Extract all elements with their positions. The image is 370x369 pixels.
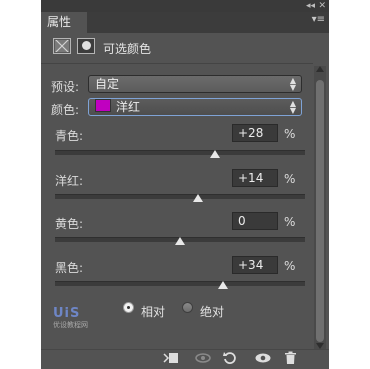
cyan-value-input[interactable]: +28	[232, 124, 278, 142]
magenta-percent: %	[284, 172, 296, 186]
panel-top-strip: ◂◂ ✕	[41, 0, 329, 12]
magenta-label: 洋红:	[55, 174, 84, 188]
relative-label[interactable]: 相对	[141, 303, 165, 320]
mask-icon[interactable]	[77, 38, 95, 54]
magenta-slider-track[interactable]	[55, 194, 305, 199]
black-slider-thumb[interactable]	[217, 281, 228, 289]
reset-icon[interactable]	[223, 351, 237, 368]
black-slider-track[interactable]	[55, 281, 305, 286]
tab-bar: 属性 ▾≡	[41, 12, 329, 33]
visibility-icon[interactable]	[254, 351, 272, 368]
colors-select[interactable]: 洋红 ▲ ▼	[88, 98, 302, 116]
watermark-subtitle: 优设教程网	[53, 321, 88, 329]
cyan-label: 青色:	[55, 129, 84, 143]
tab-properties[interactable]: 属性	[41, 12, 87, 33]
selective-color-icon[interactable]	[53, 38, 71, 54]
black-percent: %	[284, 259, 296, 273]
close-icon[interactable]: ✕	[318, 0, 326, 12]
cyan-slider-track[interactable]	[55, 150, 305, 155]
updown-arrows-icon: ▲ ▼	[289, 76, 296, 92]
watermark: UiS 优设教程网	[53, 306, 88, 330]
yellow-slider-thumb[interactable]	[175, 237, 185, 245]
panel-header: 可选颜色	[41, 33, 329, 63]
collapse-icon[interactable]: ◂◂	[306, 0, 315, 12]
updown-arrows-icon: ▲ ▼	[289, 99, 296, 115]
yellow-value-input[interactable]: 0	[232, 212, 278, 230]
scrollbar-thumb[interactable]	[316, 80, 324, 342]
preset-label: 预设:	[51, 80, 80, 94]
watermark-logo: UiS	[53, 306, 81, 321]
scroll-up-icon[interactable]	[316, 66, 324, 72]
relative-radio[interactable]	[123, 302, 134, 313]
panel-menu-icon[interactable]: ▾≡	[312, 14, 325, 25]
black-value-input[interactable]: +34	[232, 256, 278, 274]
header-divider	[41, 63, 313, 64]
yellow-label: 黄色:	[55, 217, 84, 231]
absolute-radio[interactable]	[182, 302, 193, 313]
colors-value: 洋红	[116, 100, 141, 114]
preset-value: 自定	[95, 77, 120, 91]
colors-label: 颜色:	[51, 103, 80, 117]
cyan-slider-thumb[interactable]	[210, 150, 220, 158]
black-label: 黑色:	[55, 261, 84, 275]
yellow-percent: %	[284, 215, 296, 229]
cyan-percent: %	[284, 127, 296, 141]
trash-icon[interactable]	[284, 351, 297, 368]
preset-select[interactable]: 自定 ▲ ▼	[88, 75, 302, 93]
magenta-value-input[interactable]: +14	[232, 169, 278, 187]
adjustment-title: 可选颜色	[103, 42, 152, 56]
absolute-label[interactable]: 绝对	[200, 303, 224, 320]
color-swatch	[95, 99, 111, 112]
view-previous-icon[interactable]	[194, 351, 212, 368]
magenta-slider-thumb[interactable]	[192, 194, 203, 202]
properties-panel: ◂◂ ✕ 属性 ▾≡ 可选颜色 预设: 自定 ▲ ▼ 颜色: 洋红 ▲ ▼ 青色: …	[41, 0, 329, 369]
clip-to-layer-icon[interactable]	[163, 351, 179, 368]
